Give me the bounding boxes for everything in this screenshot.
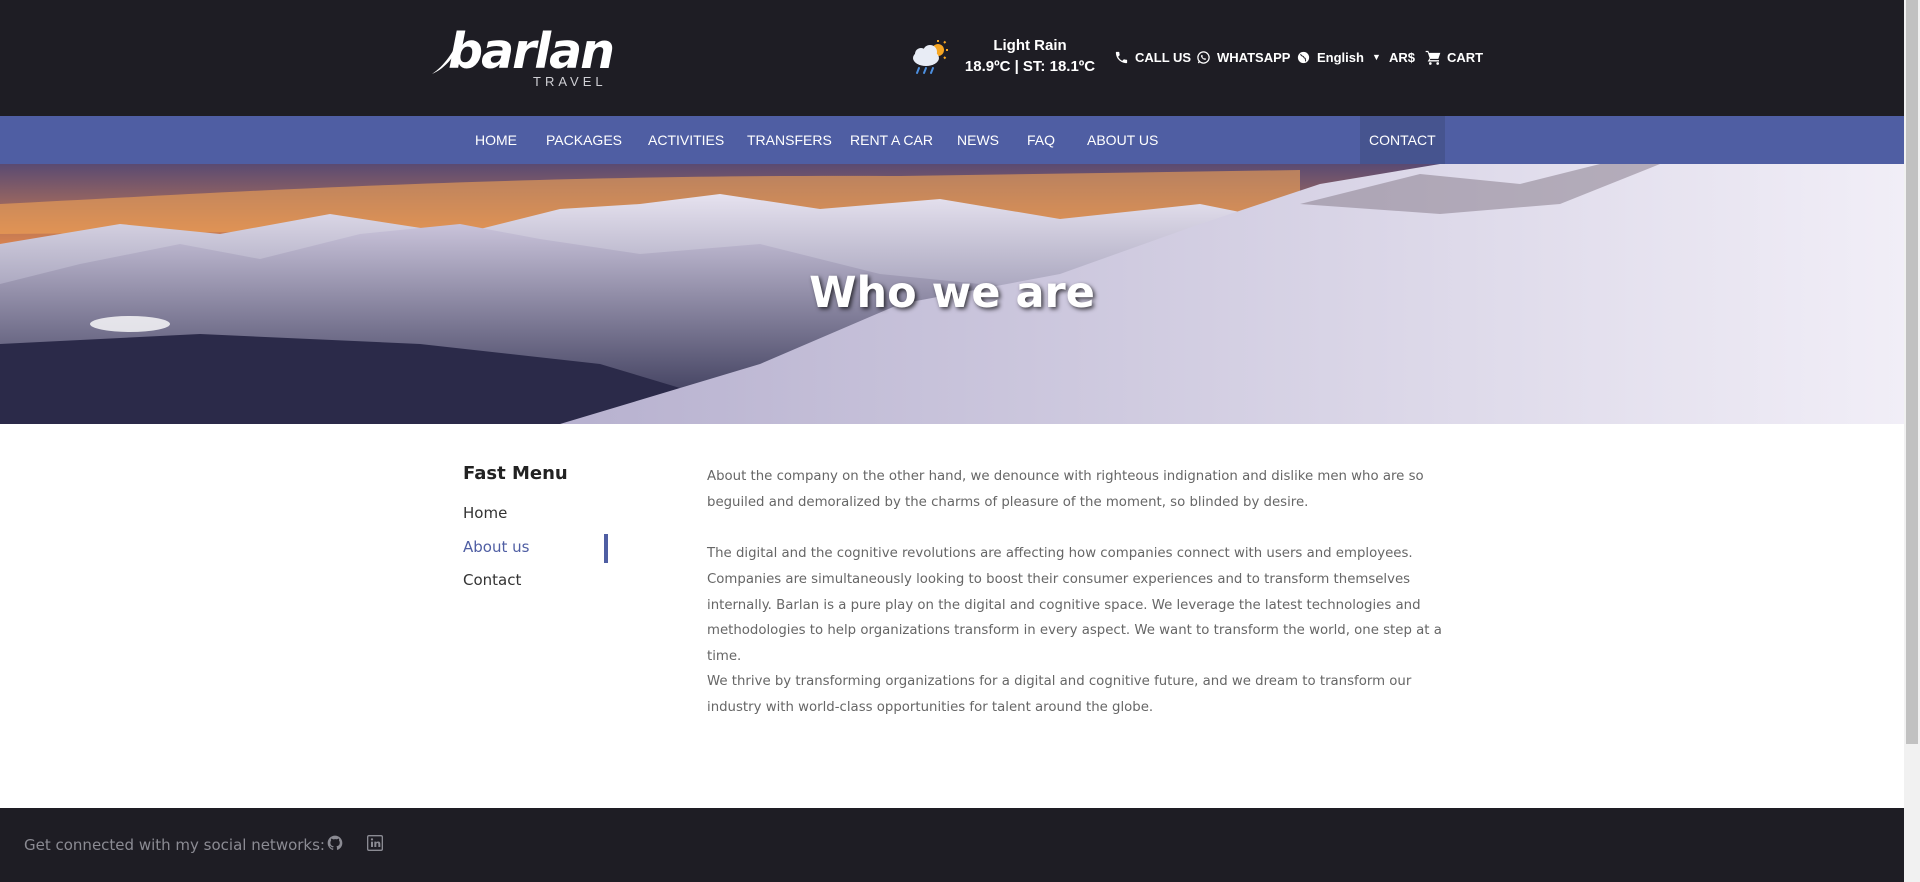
currency-selector[interactable]: AR$ — [1389, 48, 1415, 66]
globe-icon — [1297, 51, 1310, 63]
weather-condition: Light Rain — [993, 37, 1067, 54]
whatsapp-label: WHATSAPP — [1217, 49, 1291, 65]
fast-menu-about-us[interactable]: About us — [463, 538, 529, 556]
nav-news[interactable]: NEWS — [957, 116, 999, 164]
fast-menu-title: Fast Menu — [463, 463, 568, 484]
nav-faq[interactable]: FAQ — [1027, 116, 1055, 164]
weather-rain-sun-icon — [913, 40, 948, 74]
call-us-link[interactable]: CALL US — [1114, 48, 1191, 66]
whatsapp-icon — [1197, 50, 1210, 64]
content-paragraph: We thrive by transforming organizations … — [707, 674, 1412, 715]
language-selector[interactable]: English ▼ — [1296, 48, 1381, 66]
logo-wordmark: barlan — [448, 23, 615, 80]
footer: Get connected with my social networks: — [0, 808, 1904, 882]
page-title: Who we are — [809, 268, 1095, 318]
cart-link[interactable]: CART — [1425, 48, 1483, 66]
nav-about-us[interactable]: ABOUT US — [1087, 116, 1158, 164]
fast-menu-contact[interactable]: Contact — [463, 571, 521, 589]
hero-banner: Who we are — [0, 164, 1904, 424]
nav-contact[interactable]: CONTACT — [1360, 116, 1445, 164]
main-nav: HOME PACKAGES ACTIVITIES TRANSFERS RENT … — [0, 116, 1904, 164]
footer-social-text: Get connected with my social networks: — [24, 836, 325, 854]
chevron-down-icon: ▼ — [1371, 52, 1381, 62]
content-paragraph: The digital and the cognitive revolution… — [707, 546, 1442, 665]
call-us-label: CALL US — [1135, 49, 1192, 65]
cart-icon — [1425, 50, 1441, 65]
top-header: barlan TRAVEL Light Rain 18.9ºC | ST: 18… — [0, 0, 1904, 116]
phone-icon — [1115, 51, 1128, 63]
active-indicator — [604, 534, 608, 563]
nav-activities[interactable]: ACTIVITIES — [648, 116, 724, 164]
linkedin-icon[interactable] — [367, 835, 383, 851]
nav-home[interactable]: HOME — [475, 116, 517, 164]
logo-tagline: TRAVEL — [533, 74, 607, 89]
nav-packages[interactable]: PACKAGES — [546, 116, 622, 164]
nav-rent-a-car[interactable]: RENT A CAR — [850, 116, 933, 164]
cart-label: CART — [1447, 49, 1484, 65]
currency-label: AR$ — [1389, 49, 1416, 65]
github-icon[interactable] — [327, 835, 343, 851]
brand-logo[interactable]: barlan TRAVEL — [430, 24, 615, 92]
fast-menu-home[interactable]: Home — [463, 504, 507, 522]
nav-transfers[interactable]: TRANSFERS — [747, 116, 832, 164]
whatsapp-link[interactable]: WHATSAPP — [1196, 48, 1290, 66]
weather-temperature: 18.9ºC | ST: 18.1ºC — [964, 58, 1096, 75]
scrollbar-thumb[interactable] — [1906, 0, 1918, 744]
content-paragraph: About the company on the other hand, we … — [707, 469, 1424, 510]
language-label: English — [1317, 49, 1364, 65]
